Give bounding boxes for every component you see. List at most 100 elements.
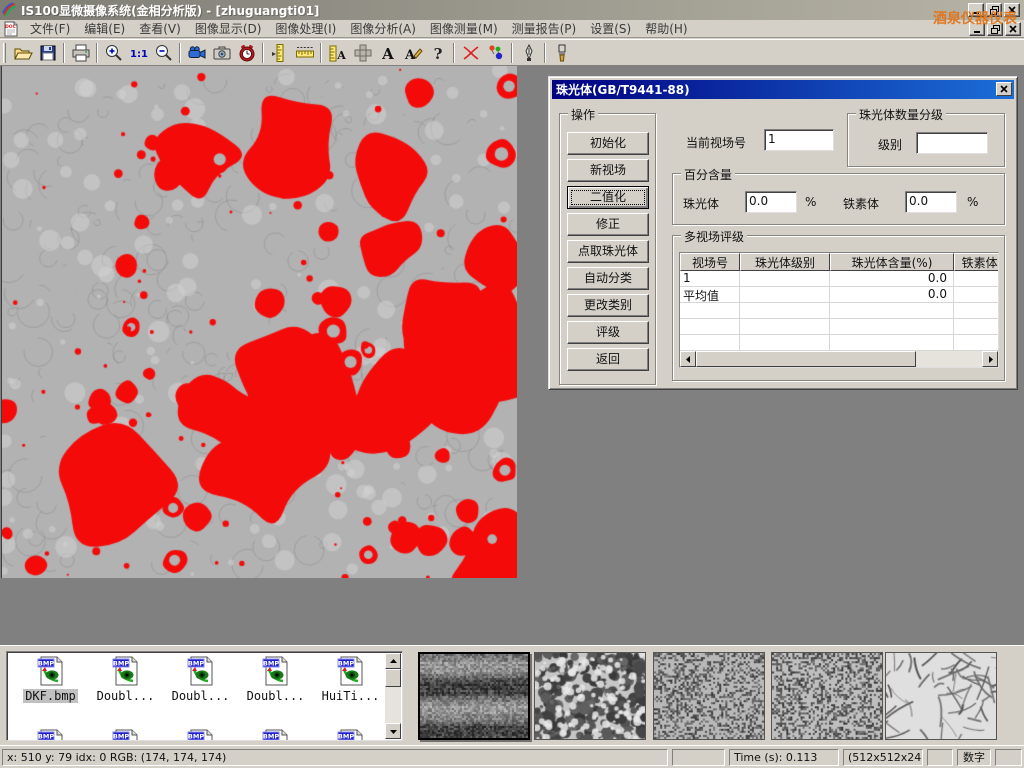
- horizontal-scrollbar[interactable]: [680, 351, 998, 367]
- menu-item[interactable]: 图像分析(A): [343, 19, 423, 38]
- text-edit-icon[interactable]: A: [400, 41, 425, 65]
- op-button-5[interactable]: 点取珠光体: [567, 240, 649, 263]
- thumbnail-fine[interactable]: [653, 652, 765, 740]
- status-bar: x: 510 y: 79 idx: 0 RGB: (174, 174, 174)…: [0, 745, 1024, 768]
- time-status: Time (s): 0.113: [729, 749, 839, 766]
- photo-camera-icon[interactable]: [209, 41, 234, 65]
- dialog-title: 珠光体(GB/T9441-88): [556, 81, 690, 98]
- minimize-icon[interactable]: [968, 3, 984, 17]
- one-to-one-icon[interactable]: 1:1: [126, 41, 151, 65]
- thumbnail-fine2[interactable]: [771, 652, 883, 740]
- color-balls-icon[interactable]: [483, 41, 508, 65]
- ferrite-percent-input[interactable]: 0.0: [905, 191, 957, 213]
- level-input[interactable]: [916, 132, 988, 154]
- scroll-right-icon[interactable]: [982, 351, 998, 367]
- menu-item[interactable]: 图像处理(I): [268, 19, 343, 38]
- micrograph-image[interactable]: [1, 66, 517, 578]
- op-button-7[interactable]: 更改类别: [567, 294, 649, 317]
- table-cell: 1: [680, 271, 740, 287]
- app-icon: [2, 2, 18, 18]
- grade-group-label: 珠光体数量分级: [856, 106, 946, 123]
- text-a-icon[interactable]: A: [375, 41, 400, 65]
- op-button-1[interactable]: 初始化: [567, 132, 649, 155]
- table-row[interactable]: 10.0: [680, 271, 999, 287]
- table-cell: [830, 303, 954, 319]
- menu-item[interactable]: 图像测量(M): [423, 19, 505, 38]
- caliper-text-icon[interactable]: A: [325, 41, 350, 65]
- caliper-vertical-icon[interactable]: [267, 41, 292, 65]
- toolbar: 1:1AAA?: [0, 39, 1024, 66]
- child-minimize-icon[interactable]: [969, 22, 985, 36]
- save-floppy-icon[interactable]: [35, 41, 60, 65]
- op-button-4[interactable]: 修正: [567, 213, 649, 236]
- grid-cross-icon[interactable]: [350, 41, 375, 65]
- child-close-icon[interactable]: [1005, 22, 1021, 36]
- dialog-title-bar[interactable]: 珠光体(GB/T9441-88): [552, 80, 1014, 99]
- video-camera-icon[interactable]: [184, 41, 209, 65]
- ferrite-percent-unit: %: [967, 195, 978, 209]
- ferrite-label: 铁素体: [843, 195, 879, 212]
- table-cell: [954, 271, 999, 287]
- table-row[interactable]: [680, 303, 999, 319]
- toolbar-separator: [544, 43, 546, 63]
- thumbnail-banded[interactable]: [418, 652, 530, 740]
- ruler-horizontal-icon[interactable]: [292, 41, 317, 65]
- title-bar: IS100显微摄像系统(金相分析版) - [zhuguangti01]: [0, 0, 1024, 20]
- menu-item[interactable]: 设置(S): [583, 19, 638, 38]
- table-header[interactable]: 珠光体含量(%): [830, 253, 954, 271]
- table-cell: [740, 335, 830, 351]
- menu-item[interactable]: 图像显示(D): [188, 19, 269, 38]
- toolbar-grip[interactable]: [3, 43, 6, 63]
- table-cell: [954, 335, 999, 351]
- menu-item[interactable]: 帮助(H): [638, 19, 694, 38]
- percent-group-label: 百分含量: [681, 166, 735, 183]
- table-header[interactable]: 铁素体含量(%): [954, 253, 999, 271]
- status-panel-empty: [672, 749, 725, 766]
- menu-item[interactable]: 查看(V): [132, 19, 188, 38]
- thumbnail-image: [535, 653, 645, 739]
- paint-brush-icon[interactable]: [549, 41, 574, 65]
- table-header[interactable]: 视场号: [680, 253, 740, 271]
- thumbnail-flake[interactable]: [885, 652, 997, 740]
- close-icon[interactable]: [1004, 3, 1020, 17]
- table-header[interactable]: 珠光体级别: [740, 253, 830, 271]
- help-icon[interactable]: ?: [425, 41, 450, 65]
- table-cell: [954, 287, 999, 303]
- zoom-in-icon[interactable]: [101, 41, 126, 65]
- table-row[interactable]: [680, 319, 999, 335]
- op-button-6[interactable]: 自动分类: [567, 267, 649, 290]
- table-cell: 平均值: [680, 287, 740, 303]
- open-folder-icon[interactable]: [10, 41, 35, 65]
- scroll-left-icon[interactable]: [680, 351, 696, 367]
- op-button-9[interactable]: 返回: [567, 348, 649, 371]
- grade-group: 珠光体数量分级 级别: [847, 113, 1005, 167]
- svg-text:A: A: [336, 49, 346, 62]
- stopwatch-icon[interactable]: [234, 41, 259, 65]
- toolbar-separator: [511, 43, 513, 63]
- op-button-2[interactable]: 新视场: [567, 159, 649, 182]
- pearlite-percent-input[interactable]: 0.0: [745, 191, 797, 213]
- current-field-input[interactable]: 1: [764, 129, 834, 151]
- zoom-out-icon[interactable]: [151, 41, 176, 65]
- child-restore-icon[interactable]: [987, 22, 1003, 36]
- scrollbar-thumb[interactable]: [696, 351, 916, 367]
- table-cell: [740, 319, 830, 335]
- application-window: IS100显微摄像系统(金相分析版) - [zhuguangti01] 酒泉仪器…: [0, 0, 1024, 768]
- thumbnail-coarse[interactable]: [534, 652, 646, 740]
- restore-icon[interactable]: [986, 3, 1002, 17]
- menu-item[interactable]: 文件(F): [23, 19, 77, 38]
- menu-item[interactable]: 测量报告(P): [505, 19, 584, 38]
- thumbnail-strip: [0, 646, 1024, 746]
- dialog-close-icon[interactable]: [996, 82, 1012, 96]
- table-row[interactable]: [680, 335, 999, 351]
- curve-cut-icon[interactable]: [458, 41, 483, 65]
- svg-text:?: ?: [433, 45, 442, 63]
- operations-group-label: 操作: [568, 106, 598, 123]
- table-row[interactable]: 平均值0.0: [680, 287, 999, 303]
- op-button-3[interactable]: 二值化: [567, 186, 649, 209]
- pearlite-percent-unit: %: [805, 195, 816, 209]
- menu-item[interactable]: 编辑(E): [77, 19, 132, 38]
- ink-pen-icon[interactable]: [516, 41, 541, 65]
- printer-icon[interactable]: [68, 41, 93, 65]
- op-button-8[interactable]: 评级: [567, 321, 649, 344]
